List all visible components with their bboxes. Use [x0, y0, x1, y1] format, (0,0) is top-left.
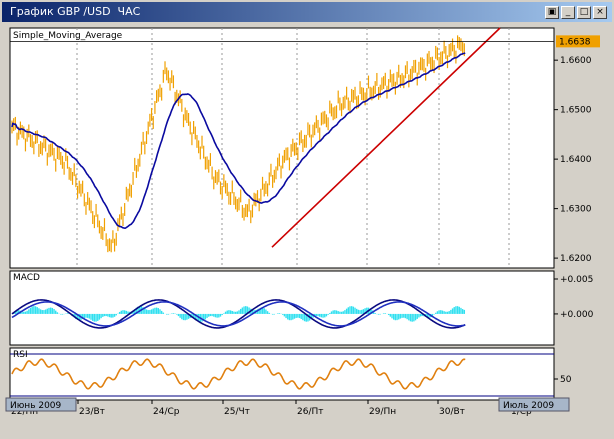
rsi-label: RSI	[13, 350, 28, 360]
restore-icon[interactable]: ▣	[545, 6, 559, 19]
chart-window: График GBP /USD ЧАС ▣ _ □ × 1.6638 Simple…	[0, 0, 614, 439]
macd-label: MACD	[13, 273, 40, 283]
price-chart[interactable]: 1.6638 Simple_Moving_Average 1.6600 1.6500 1…	[2, 24, 612, 437]
x-tick-label: 24/Ср	[153, 407, 180, 417]
y-tick-label: 1.6600	[560, 56, 592, 66]
month-box-left-label: Июнь 2009	[10, 401, 62, 411]
x-tick-label: 30/Вт	[439, 407, 465, 417]
rsi-y-tick-label: 50	[560, 375, 572, 385]
month-box-right-label: Июль 2009	[503, 401, 554, 411]
x-tick-label: 25/Чт	[224, 407, 250, 417]
y-tick-label: 1.6500	[560, 106, 592, 116]
window-title: График GBP /USD ЧАС	[10, 5, 141, 18]
y-tick-label: 1.6400	[560, 155, 592, 165]
x-tick-label: 26/Пт	[297, 407, 324, 417]
macd-panel[interactable]	[9, 270, 555, 346]
minimize-icon[interactable]: _	[561, 6, 575, 19]
maximize-icon[interactable]: □	[577, 6, 591, 19]
close-icon[interactable]: ×	[593, 6, 607, 19]
title-bar[interactable]: График GBP /USD ЧАС ▣ _ □ ×	[2, 2, 612, 22]
current-price-label: 1.6638	[559, 37, 591, 47]
x-tick-label: 29/Пн	[369, 407, 396, 417]
indicator-label: Simple_Moving_Average	[13, 31, 123, 41]
macd-y-tick-label: +0.005	[560, 275, 593, 285]
macd-y-tick-label: +0.000	[560, 310, 594, 320]
rsi-panel[interactable]	[9, 347, 555, 401]
main-panel[interactable]	[9, 27, 555, 269]
x-tick-label: 23/Вт	[79, 407, 105, 417]
y-tick-label: 1.6300	[560, 205, 592, 215]
y-tick-label: 1.6200	[560, 254, 592, 264]
